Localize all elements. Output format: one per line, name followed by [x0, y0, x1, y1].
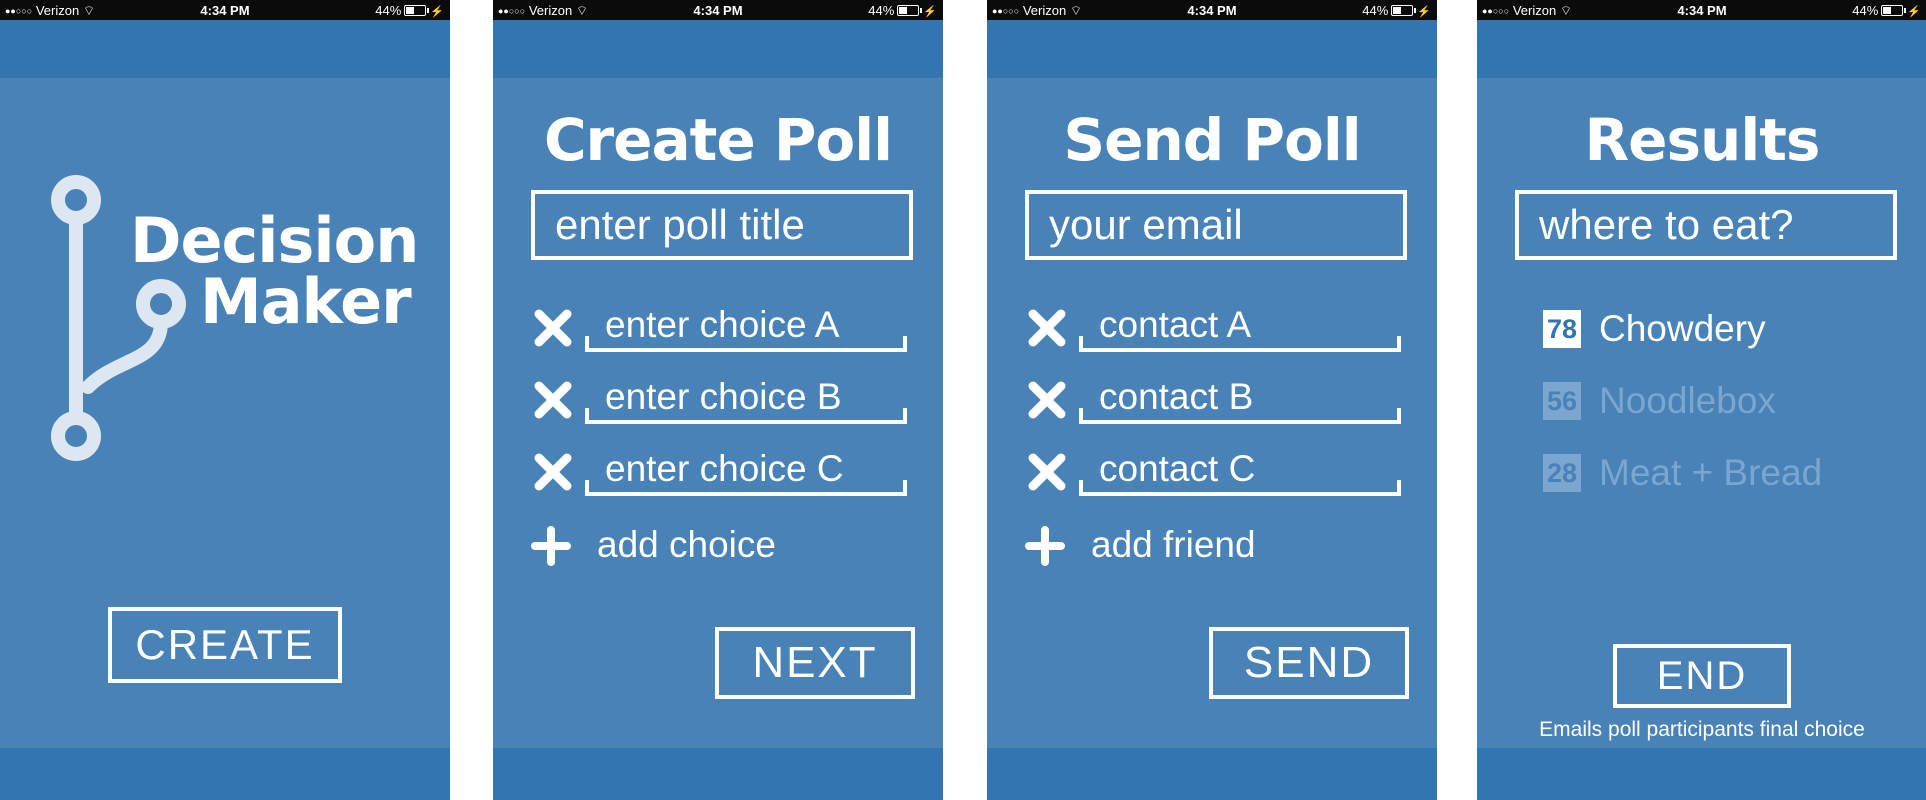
remove-contact-icon[interactable] [1027, 452, 1067, 492]
screen-create-poll: ●●○○○ Verizon ⌔ 4:34 PM 44% ⚡ Create Poll… [493, 0, 943, 800]
page-title: Create Poll [543, 106, 893, 174]
remove-choice-icon[interactable] [533, 308, 573, 348]
vote-count-badge: 56 [1543, 382, 1581, 420]
screen-home: ●●○○○ Verizon ⌔ 4:34 PM 44% ⚡ Decision Ma… [0, 0, 450, 800]
remove-choice-icon[interactable] [533, 452, 573, 492]
bottom-bar [0, 748, 450, 800]
nav-bar [987, 20, 1437, 78]
choice-input[interactable]: enter choice B [585, 374, 907, 424]
status-bar: ●●○○○ Verizon ⌔ 4:34 PM 44% ⚡ [987, 0, 1437, 20]
poll-name-field: where to eat? [1515, 190, 1897, 260]
result-row: 56 Noodlebox [1543, 376, 1903, 426]
vote-count-badge: 28 [1543, 454, 1581, 492]
choice-row: enter choice B [533, 374, 913, 432]
add-friend-label: add friend [1091, 524, 1256, 565]
result-row: 28 Meat + Bread [1543, 448, 1903, 498]
screen-send-poll: ●●○○○ Verizon ⌔ 4:34 PM 44% ⚡ Send Poll y… [987, 0, 1437, 800]
screen-results: ●●○○○ Verizon ⌔ 4:34 PM 44% ⚡ Results whe… [1477, 0, 1926, 800]
logo-decision: Decision [130, 204, 419, 277]
remove-contact-icon[interactable] [1027, 380, 1067, 420]
result-label: Noodlebox [1599, 380, 1776, 421]
choice-row: enter choice C [533, 446, 913, 504]
nav-bar [1477, 20, 1926, 78]
logo-maker: Maker [200, 265, 412, 338]
charging-icon: ⚡ [1417, 6, 1431, 18]
page-title: Send Poll [1063, 106, 1361, 174]
contact-row: contact A [1027, 302, 1407, 360]
plus-icon [531, 526, 571, 566]
add-friend-button[interactable]: add friend [1025, 522, 1405, 572]
status-bar: ●●○○○ Verizon ⌔ 4:34 PM 44% ⚡ [493, 0, 943, 20]
result-row-winner: 78 Chowdery [1543, 304, 1903, 354]
battery-icon [1391, 5, 1417, 16]
contact-row: contact B [1027, 374, 1407, 432]
contact-input[interactable]: contact B [1079, 374, 1401, 424]
next-button[interactable]: NEXT [715, 627, 915, 699]
poll-title-input[interactable]: enter poll title [531, 190, 913, 260]
remove-contact-icon[interactable] [1027, 308, 1067, 348]
end-button[interactable]: END [1613, 644, 1791, 708]
battery-icon [404, 5, 430, 16]
charging-icon: ⚡ [430, 6, 444, 18]
charging-icon: ⚡ [1907, 6, 1921, 18]
choice-row: enter choice A [533, 302, 913, 360]
battery-percent: 44% [1852, 3, 1879, 18]
charging-icon: ⚡ [923, 6, 937, 18]
battery-icon [897, 5, 923, 16]
create-button[interactable]: CREATE [108, 607, 342, 683]
status-bar: ●●○○○ Verizon ⌔ 4:34 PM 44% ⚡ [0, 0, 450, 20]
battery-percent: 44% [1362, 3, 1389, 18]
contact-input[interactable]: contact A [1079, 302, 1401, 352]
plus-icon [1025, 526, 1065, 566]
bottom-bar [1477, 748, 1926, 800]
contact-input[interactable]: contact C [1079, 446, 1401, 496]
remove-choice-icon[interactable] [533, 380, 573, 420]
page-title: Results [1584, 106, 1821, 174]
bottom-bar [493, 748, 943, 800]
send-button[interactable]: SEND [1209, 627, 1409, 699]
add-choice-label: add choice [597, 524, 776, 565]
status-bar: ●●○○○ Verizon ⌔ 4:34 PM 44% ⚡ [1477, 0, 1926, 20]
choice-input[interactable]: enter choice A [585, 302, 907, 352]
nav-bar [493, 20, 943, 78]
battery-percent: 44% [868, 3, 895, 18]
end-footnote: Emails poll participants final choice [1539, 718, 1865, 741]
battery-icon [1881, 5, 1907, 16]
vote-count-badge: 78 [1543, 310, 1581, 348]
result-label: Meat + Bread [1599, 452, 1823, 493]
result-label: Chowdery [1599, 308, 1766, 349]
bottom-bar [987, 748, 1437, 800]
choice-input[interactable]: enter choice C [585, 446, 907, 496]
email-input[interactable]: your email [1025, 190, 1407, 260]
contact-row: contact C [1027, 446, 1407, 504]
add-choice-button[interactable]: add choice [531, 522, 911, 572]
battery-percent: 44% [375, 3, 402, 18]
nav-bar [0, 20, 450, 78]
